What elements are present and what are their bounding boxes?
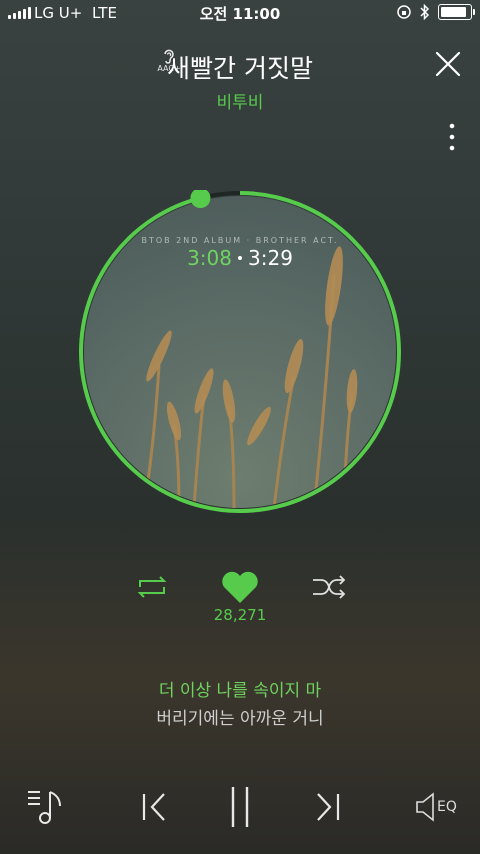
battery-icon	[438, 4, 475, 20]
rotation-lock-icon	[397, 5, 411, 19]
status-bar: LG U+ LTE 오전 11:00	[0, 0, 480, 26]
album-disc[interactable]: BTOB 2ND ALBUM · BROTHER ACT. 3:08 3:29	[78, 190, 402, 514]
more-options-icon[interactable]	[448, 122, 456, 152]
speaker-icon	[416, 792, 434, 822]
equalizer-button[interactable]: EQ	[415, 792, 461, 822]
progress-arc	[79, 191, 401, 513]
song-title: 새빨간 거짓말	[167, 54, 313, 83]
progress-ring[interactable]	[78, 190, 402, 514]
progress-knob[interactable]	[190, 190, 211, 208]
bluetooth-icon	[420, 4, 430, 20]
like-count: 28,271	[213, 606, 267, 624]
artist-name[interactable]: 비투비	[0, 88, 480, 113]
close-icon[interactable]	[434, 50, 462, 78]
lyric-next-line[interactable]: 버리기에는 아까운 거니	[0, 704, 480, 729]
lyric-current-line[interactable]: 더 이상 나를 속이지 마	[0, 676, 480, 701]
repeat-icon[interactable]	[134, 573, 170, 601]
heart-icon[interactable]	[221, 571, 259, 605]
playlist-icon[interactable]	[26, 788, 68, 826]
shuffle-icon[interactable]	[311, 575, 347, 599]
pause-icon[interactable]	[228, 786, 252, 828]
next-track-icon[interactable]	[312, 792, 342, 822]
eq-label: EQ	[437, 799, 457, 815]
previous-track-icon[interactable]	[140, 792, 170, 822]
